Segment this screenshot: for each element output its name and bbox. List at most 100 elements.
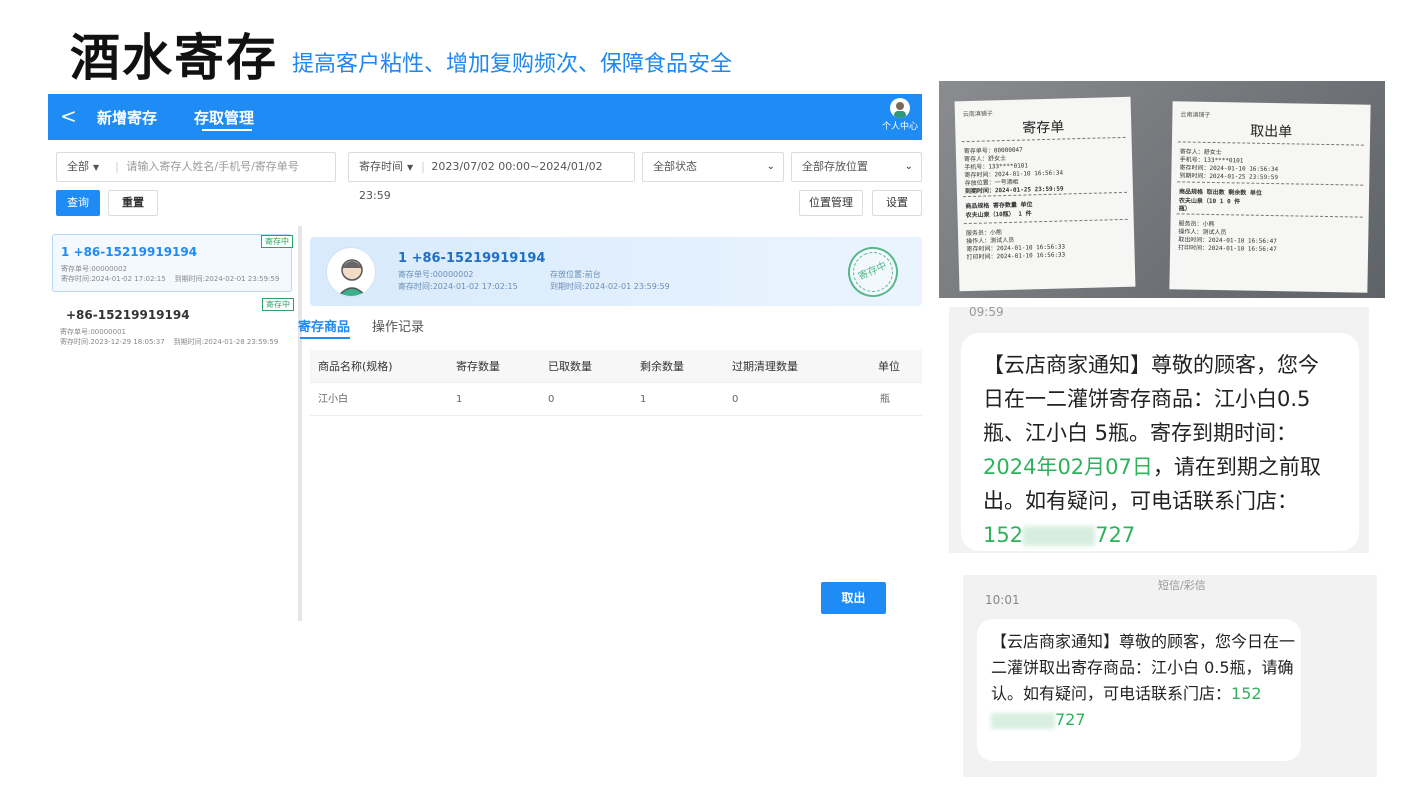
- table-header: 商品名称(规格) 寄存数量 已取数量 剩余数量 过期清理数量 单位: [310, 350, 922, 383]
- sms-phone-suffix: 727: [1095, 523, 1136, 547]
- goods-table: 商品名称(规格) 寄存数量 已取数量 剩余数量 过期清理数量 单位 江小白 1 …: [310, 350, 922, 416]
- column-header: 寄存数量: [456, 360, 500, 373]
- list-item-expire-time: 到期时间:2024-01-28 23:59:59: [173, 338, 279, 346]
- search-input[interactable]: 全部 ▼ | 请输入寄存人姓名/手机号/寄存单号: [56, 152, 336, 182]
- list-item[interactable]: 1 +86-15219919194 寄存单号:00000002 寄存时间:202…: [52, 234, 293, 292]
- receipt-title: 取出单: [1249, 123, 1293, 141]
- status-select-value: 全部状态: [653, 160, 697, 173]
- sms-takeout-screenshot: 短信/彩信 10:01 【云店商家通知】尊敬的顾客，您今日在一二灌饼取出寄存商品…: [963, 575, 1377, 777]
- deposit-receipt: 云南滇铺子 寄存单 寄存单号：00000047 寄存人：舒女士 手机号：133*…: [954, 96, 1136, 292]
- sms-type-label: 短信/彩信: [1158, 579, 1206, 592]
- settings-button[interactable]: 设置: [872, 190, 922, 216]
- receipt-line: 农夫山泉（10瓶） 1 件: [965, 210, 1032, 220]
- date-range-input[interactable]: 寄存时间 ▼ | 2023/07/02 00:00~2024/01/02 23:59: [348, 152, 635, 202]
- list-item-expire-time: 到期时间:2024-02-01 23:59:59: [174, 275, 280, 283]
- active-tab-underline: [300, 337, 350, 339]
- separator: |: [421, 160, 425, 173]
- page-title: 酒水寄存: [70, 29, 278, 87]
- sms-time: 09:59: [969, 307, 1004, 319]
- stamp-ring: [846, 245, 900, 299]
- list-item-phone: 1 +86-15219919194: [61, 245, 198, 259]
- receipt-title: 寄存单: [1022, 119, 1065, 137]
- receipt-line: 打印时间：2024-01-10 16:56:33: [966, 251, 1066, 262]
- profile-label: 个人中心: [881, 122, 918, 132]
- back-icon[interactable]: <: [60, 104, 77, 128]
- location-select-value: 全部存放位置: [802, 160, 868, 173]
- detail-number: 寄存单号:00000002: [398, 270, 474, 279]
- location-select[interactable]: 全部存放位置 ⌄: [791, 152, 922, 182]
- panel-divider: [298, 226, 302, 621]
- sms-time: 10:01: [985, 593, 1020, 607]
- takeout-receipt: 云南滇铺子 取出单 寄存人：舒女士 手机号：133****0101 寄存时间：2…: [1169, 101, 1371, 293]
- sms-phone-link[interactable]: 152 727: [983, 523, 1135, 547]
- receipt-rule: [1176, 213, 1363, 218]
- sms-message: 【云店商家通知】尊敬的顾客，您今日在一二灌饼寄存商品：江小白0.5瓶、江小白 5…: [983, 348, 1333, 552]
- table-cell: 1: [640, 394, 647, 405]
- active-tab-underline: [202, 129, 252, 131]
- receipts-photo: 云南滇铺子 寄存单 寄存单号：00000047 寄存人：舒女士 手机号：133*…: [939, 81, 1385, 298]
- list-item-number: 寄存单号:00000002: [61, 265, 127, 273]
- chevron-down-icon: ▼: [407, 163, 414, 172]
- page-subtitle: 提高客户粘性、增加复购频次、保障食品安全: [292, 52, 733, 77]
- table-cell: 0: [548, 394, 555, 405]
- sms-deposit-screenshot: 09:59 【云店商家通知】尊敬的顾客，您今日在一二灌饼寄存商品：江小白0.5瓶…: [949, 307, 1369, 553]
- sms-message: 【云店商家通知】尊敬的顾客，您今日在一二灌饼取出寄存商品：江小白 0.5瓶，请确…: [991, 629, 1301, 733]
- receipt-line: 瓶）: [1178, 205, 1191, 213]
- receipt-shop: 云南滇铺子: [1180, 111, 1211, 119]
- column-header: 剩余数量: [640, 360, 684, 373]
- user-avatar-icon: [890, 98, 910, 118]
- detail-phone: 1 +86-15219919194: [398, 251, 546, 266]
- column-header: 商品名称(规格): [318, 360, 393, 373]
- table-cell: 1: [456, 394, 463, 405]
- query-button[interactable]: 查询: [56, 190, 100, 216]
- storage-app-window: < 新增寄存 存取管理 个人中心 全部 ▼ | 请输入寄存人姓名/手机号/寄存单号 …: [48, 94, 922, 621]
- sms-phone-prefix: 152: [1231, 684, 1262, 703]
- column-header: 单位: [878, 360, 900, 373]
- detail-location: 存放位置:前台: [550, 270, 601, 279]
- separator: |: [115, 160, 119, 173]
- sms-date-link[interactable]: 2024年02月07日: [983, 455, 1153, 479]
- search-placeholder: 请输入寄存人姓名/手机号/寄存单号: [126, 160, 299, 173]
- redaction-blur: [991, 712, 1055, 729]
- list-item-deposit-time: 寄存时间:2023-12-29 18:05:37: [60, 338, 165, 346]
- list-item-times: 寄存时间:2024-01-02 17:02:15 到期时间:2024-02-01…: [61, 274, 279, 284]
- status-stamp: 寄存中: [839, 238, 907, 306]
- app-topbar: < 新增寄存 存取管理 个人中心: [48, 94, 922, 140]
- status-select[interactable]: 全部状态 ⌄: [642, 152, 784, 182]
- reset-button[interactable]: 重置: [108, 190, 158, 216]
- scope-select[interactable]: 全部: [67, 160, 89, 173]
- column-header: 过期清理数量: [732, 360, 798, 373]
- location-manage-button[interactable]: 位置管理: [799, 190, 863, 216]
- deposit-list: 1 +86-15219919194 寄存单号:00000002 寄存时间:202…: [48, 226, 298, 621]
- receipt-line: 到期时间：2024-01-25 23:59:59: [1179, 172, 1279, 182]
- list-item-times: 寄存时间:2023-12-29 18:05:37 到期时间:2024-01-28…: [60, 337, 278, 347]
- receipt-shop: 云南滇铺子: [962, 110, 993, 119]
- chevron-down-icon: ⌄: [766, 161, 775, 172]
- table-cell: 瓶: [880, 394, 890, 405]
- tab-manage[interactable]: 存取管理: [194, 107, 254, 128]
- sms-text: 【云店商家通知】尊敬的顾客，您今日在一二灌饼寄存商品：江小白0.5瓶、江小白 5…: [983, 353, 1319, 445]
- customer-avatar-icon: [326, 247, 376, 297]
- detail-header-card: 1 +86-15219919194 寄存单号:00000002 寄存时间:202…: [310, 237, 922, 306]
- table-row: 江小白 1 0 1 0 瓶: [310, 383, 922, 416]
- sms-phone-prefix: 152: [983, 523, 1024, 547]
- list-item[interactable]: +86-15219919194 寄存单号:00000001 寄存时间:2023-…: [52, 298, 294, 356]
- status-badge: 寄存中: [261, 235, 293, 248]
- redaction-blur: [1023, 526, 1096, 546]
- sms-phone-suffix: 727: [1055, 710, 1086, 729]
- time-type-select[interactable]: 寄存时间: [359, 160, 403, 173]
- tab-new-deposit[interactable]: 新增寄存: [97, 107, 157, 128]
- receipt-line: 打印时间：2024-01-10 16:56:47: [1178, 244, 1277, 254]
- chevron-down-icon: ⌄: [904, 161, 913, 172]
- receipt-rule: [1177, 181, 1364, 186]
- status-badge: 寄存中: [262, 298, 294, 311]
- detail-expire-time: 到期时间:2024-02-01 23:59:59: [550, 282, 670, 291]
- tab-operation-log[interactable]: 操作记录: [372, 316, 424, 335]
- table-cell: 江小白: [318, 394, 348, 405]
- take-out-button[interactable]: 取出: [821, 582, 886, 614]
- list-item-phone: +86-15219919194: [66, 308, 190, 322]
- list-item-deposit-time: 寄存时间:2024-01-02 17:02:15: [61, 275, 166, 283]
- profile-button[interactable]: 个人中心: [880, 98, 920, 132]
- chevron-down-icon: ▼: [93, 163, 100, 172]
- tab-deposit-goods[interactable]: 寄存商品: [298, 316, 350, 335]
